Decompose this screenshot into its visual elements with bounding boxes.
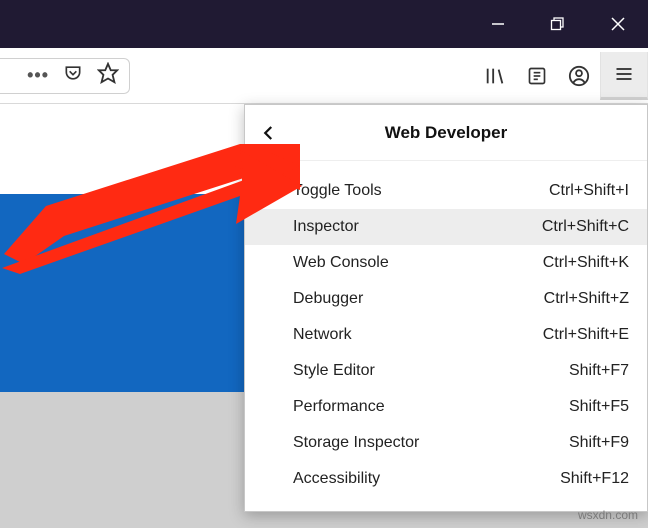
menu-item-shortcut: Shift+F5 <box>569 398 629 416</box>
hamburger-icon <box>614 64 634 84</box>
app-menu-button[interactable] <box>600 52 648 100</box>
menu-item-shortcut: Ctrl+Shift+K <box>543 254 629 272</box>
page-content-blue <box>0 194 244 392</box>
menu-item-network[interactable]: Network Ctrl+Shift+E <box>245 317 647 353</box>
menu-header: Web Developer <box>245 105 647 161</box>
menu-item-shortcut: Shift+F9 <box>569 434 629 452</box>
menu-item-shortcut: Shift+F7 <box>569 362 629 380</box>
menu-item-shortcut: Ctrl+Shift+C <box>542 218 629 236</box>
page-actions-icon[interactable]: ••• <box>27 65 49 86</box>
menu-item-storage-inspector[interactable]: Storage Inspector Shift+F9 <box>245 425 647 461</box>
reader-view-icon <box>527 66 547 86</box>
window-minimize-button[interactable] <box>468 0 528 48</box>
menu-item-shortcut: Shift+F12 <box>560 470 629 488</box>
browser-toolbar: ••• <box>0 48 648 104</box>
menu-item-label: Toggle Tools <box>293 182 382 200</box>
menu-item-accessibility[interactable]: Accessibility Shift+F12 <box>245 461 647 497</box>
menu-item-toggle-tools[interactable]: Toggle Tools Ctrl+Shift+I <box>245 173 647 209</box>
menu-item-label: Storage Inspector <box>293 434 419 452</box>
window-close-button[interactable] <box>588 0 648 48</box>
menu-body: Toggle Tools Ctrl+Shift+I Inspector Ctrl+Sh… <box>245 161 647 511</box>
maximize-restore-icon <box>550 16 566 32</box>
menu-item-debugger[interactable]: Debugger Ctrl+Shift+Z <box>245 281 647 317</box>
menu-item-label: Performance <box>293 398 385 416</box>
reader-view-button[interactable] <box>516 55 558 97</box>
library-button[interactable] <box>474 55 516 97</box>
pocket-icon[interactable] <box>63 63 83 88</box>
account-icon <box>568 65 590 87</box>
menu-title: Web Developer <box>245 123 647 143</box>
menu-item-label: Inspector <box>293 218 359 236</box>
menu-item-web-console[interactable]: Web Console Ctrl+Shift+K <box>245 245 647 281</box>
window-titlebar <box>0 0 648 48</box>
watermark: wsxdn.com <box>578 508 638 522</box>
menu-item-inspector[interactable]: Inspector Ctrl+Shift+C <box>245 209 647 245</box>
menu-item-label: Web Console <box>293 254 389 272</box>
menu-item-shortcut: Ctrl+Shift+I <box>549 182 629 200</box>
menu-item-label: Style Editor <box>293 362 375 380</box>
menu-item-performance[interactable]: Performance Shift+F5 <box>245 389 647 425</box>
web-developer-menu: Web Developer Toggle Tools Ctrl+Shift+I In… <box>244 104 648 512</box>
menu-item-style-editor[interactable]: Style Editor Shift+F7 <box>245 353 647 389</box>
library-icon <box>484 65 506 87</box>
account-button[interactable] <box>558 55 600 97</box>
urlbar-actions: ••• <box>0 58 130 94</box>
star-icon[interactable] <box>97 62 119 89</box>
window-maximize-button[interactable] <box>528 0 588 48</box>
menu-item-label: Debugger <box>293 290 363 308</box>
close-icon <box>611 17 625 31</box>
menu-item-label: Accessibility <box>293 470 380 488</box>
menu-item-label: Network <box>293 326 352 344</box>
menu-item-shortcut: Ctrl+Shift+Z <box>544 290 629 308</box>
minimize-icon <box>491 17 505 31</box>
page-content-strip <box>0 104 244 194</box>
menu-item-shortcut: Ctrl+Shift+E <box>543 326 629 344</box>
